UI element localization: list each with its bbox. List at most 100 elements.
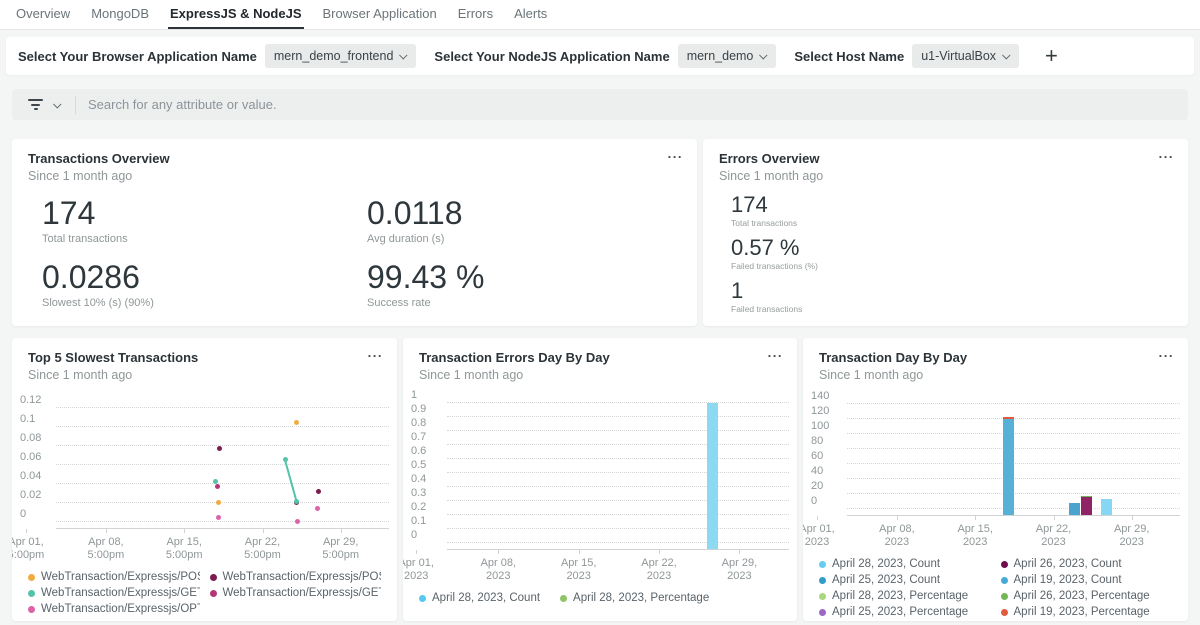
scatter-point[interactable] — [316, 489, 321, 494]
x-axis-label: Apr 29,5:00pm — [322, 536, 359, 562]
x-axis — [847, 515, 1180, 522]
metric-label: Avg duration (s) — [367, 233, 697, 245]
y-axis-label: 0.02 — [20, 490, 41, 501]
legend-dot-icon — [419, 595, 426, 602]
charts-row: Top 5 Slowest Transactions Since 1 month… — [12, 338, 1188, 621]
card-options-menu[interactable]: ... — [368, 345, 383, 360]
legend-label: WebTransaction/Expressjs/OPTION... — [41, 603, 200, 615]
host-dropdown[interactable]: u1-VirtualBox — [912, 44, 1019, 68]
legend-item-april-25-2023-count[interactable]: April 25, 2023, Count — [819, 574, 991, 586]
x-axis-label: Apr 01,2023 — [403, 557, 434, 583]
scatter-point[interactable] — [217, 446, 222, 451]
legend-label: WebTransaction/Expressjs/POST//... — [41, 571, 200, 583]
metric-label: Total transactions — [731, 218, 1188, 228]
metric-label: Failed transactions (%) — [731, 261, 1188, 271]
legend-label: WebTransaction/Expressjs/GET//re... — [223, 587, 382, 599]
tab-bar: Overview MongoDB ExpressJS & NodeJS Brow… — [0, 0, 1200, 30]
legend-item-webtransaction-expressjs-post-r[interactable]: WebTransaction/Expressjs/POST//r... — [210, 571, 382, 583]
legend-label: WebTransaction/Expressjs/GET//re... — [41, 587, 200, 599]
x-axis-tick — [1132, 516, 1133, 520]
metric-label: Failed transactions — [731, 304, 1188, 314]
search-input[interactable] — [88, 97, 1188, 112]
legend-dot-icon — [1001, 593, 1008, 600]
y-axis-label: 0.3 — [411, 488, 426, 499]
bar-april-28-2023-count[interactable] — [1101, 499, 1112, 517]
metric-label: Slowest 10% (s) (90%) — [42, 297, 367, 309]
filter-funnel-icon[interactable] — [28, 99, 43, 110]
scatter-point[interactable] — [216, 515, 221, 520]
metric-value: 99.43 % — [367, 260, 697, 294]
legend-item-april-28-2023-percentage[interactable]: April 28, 2023, Percentage — [560, 592, 709, 604]
scatter-point[interactable] — [283, 457, 288, 462]
tab-browser-application[interactable]: Browser Application — [321, 0, 439, 29]
scatter-point[interactable] — [294, 420, 299, 425]
tab-expressjs-nodejs[interactable]: ExpressJS & NodeJS — [168, 0, 304, 29]
x-axis-tick — [975, 516, 976, 520]
bar-april-19-2023-count[interactable] — [1003, 419, 1014, 516]
nodejs-app-dropdown[interactable]: mern_demo — [678, 44, 777, 68]
y-axis-label: 0.9 — [411, 404, 426, 415]
legend-item-april-28-2023-count[interactable]: April 28, 2023, Count — [419, 592, 540, 604]
card-subtitle: Since 1 month ago — [419, 367, 781, 383]
legend-label: April 19, 2023, Count — [1014, 574, 1122, 586]
legend-dot-icon — [819, 577, 826, 584]
tab-errors[interactable]: Errors — [456, 0, 495, 29]
card-options-menu[interactable]: ... — [1159, 146, 1174, 161]
legend-item-april-19-2023-count[interactable]: April 19, 2023, Count — [1001, 574, 1173, 586]
bar-april-28-2023-count[interactable] — [707, 403, 718, 550]
legend-item-april-26-2023-percentage[interactable]: April 26, 2023, Percentage — [1001, 590, 1173, 602]
card-title: Transaction Errors Day By Day — [419, 350, 781, 366]
x-axis-tick — [416, 550, 417, 554]
add-filter-button[interactable]: + — [1041, 46, 1062, 66]
y-axis-label: 0.12 — [20, 395, 41, 406]
tab-alerts[interactable]: Alerts — [512, 0, 549, 29]
x-axis-tick — [817, 516, 818, 520]
card-header: Transactions Overview Since 1 month ago … — [12, 139, 697, 184]
y-axis-label: 0.8 — [411, 418, 426, 429]
search-bar — [12, 89, 1188, 120]
card-options-menu[interactable]: ... — [768, 345, 783, 360]
transactions-overview-card: Transactions Overview Since 1 month ago … — [12, 139, 697, 326]
scatter-point[interactable] — [295, 519, 300, 524]
browser-app-filter: Select Your Browser Application Name mer… — [18, 44, 416, 68]
search-divider — [75, 96, 76, 114]
card-options-menu[interactable]: ... — [1159, 345, 1174, 360]
tab-overview[interactable]: Overview — [14, 0, 72, 29]
scatter-point[interactable] — [216, 500, 221, 505]
nodejs-app-dropdown-value: mern_demo — [687, 49, 754, 63]
legend-item-april-28-2023-percentage[interactable]: April 28, 2023, Percentage — [819, 590, 991, 602]
metric-value: 0.0118 — [367, 196, 697, 230]
metric-total-transactions: 174 Total transactions — [42, 196, 367, 245]
legend-item-webtransaction-expressjs-get-re[interactable]: WebTransaction/Expressjs/GET//re... — [28, 587, 200, 599]
legend-item-april-26-2023-count[interactable]: April 26, 2023, Count — [1001, 558, 1173, 570]
legend-item-april-19-2023-percentage[interactable]: April 19, 2023, Percentage — [1001, 606, 1173, 618]
legend-dot-icon — [28, 606, 35, 613]
x-axis-label: Apr 01,2023 — [803, 523, 835, 549]
chevron-down-icon[interactable] — [53, 100, 61, 108]
y-axis-label: 0.5 — [411, 460, 426, 471]
browser-app-dropdown[interactable]: mern_demo_frontend — [265, 44, 417, 68]
legend-item-webtransaction-expressjs-get-re[interactable]: WebTransaction/Expressjs/GET//re... — [210, 587, 382, 599]
scatter-point[interactable] — [215, 484, 220, 489]
billboard-stack: 174 Total transactions 0.57 % Failed tra… — [731, 193, 1188, 314]
legend-item-webtransaction-expressjs-post[interactable]: WebTransaction/Expressjs/POST//... — [28, 571, 200, 583]
legend-dot-icon — [819, 561, 826, 568]
scatter-point[interactable] — [315, 506, 320, 511]
legend-item-april-25-2023-percentage[interactable]: April 25, 2023, Percentage — [819, 606, 991, 618]
legend-item-april-28-2023-count[interactable]: April 28, 2023, Count — [819, 558, 991, 570]
scatter-point[interactable] — [213, 479, 218, 484]
card-subtitle: Since 1 month ago — [28, 168, 681, 184]
card-subtitle: Since 1 month ago — [719, 168, 1172, 184]
tab-mongodb[interactable]: MongoDB — [89, 0, 151, 29]
legend-label: April 28, 2023, Percentage — [573, 592, 709, 604]
chevron-down-icon — [399, 51, 407, 59]
bar-april-26-2023-count[interactable] — [1081, 497, 1092, 516]
browser-app-filter-label: Select Your Browser Application Name — [18, 49, 257, 64]
x-axis-tick — [26, 529, 27, 533]
scatter-point[interactable] — [294, 499, 299, 504]
bar-chart: 10.90.80.70.60.50.40.30.20.10 Apr 01,202… — [411, 389, 789, 584]
legend-label: April 26, 2023, Count — [1014, 558, 1122, 570]
x-axis-label: Apr 15,2023 — [957, 523, 992, 549]
legend-item-webtransaction-expressjs-option[interactable]: WebTransaction/Expressjs/OPTION... — [28, 603, 200, 615]
card-options-menu[interactable]: ... — [668, 146, 683, 161]
